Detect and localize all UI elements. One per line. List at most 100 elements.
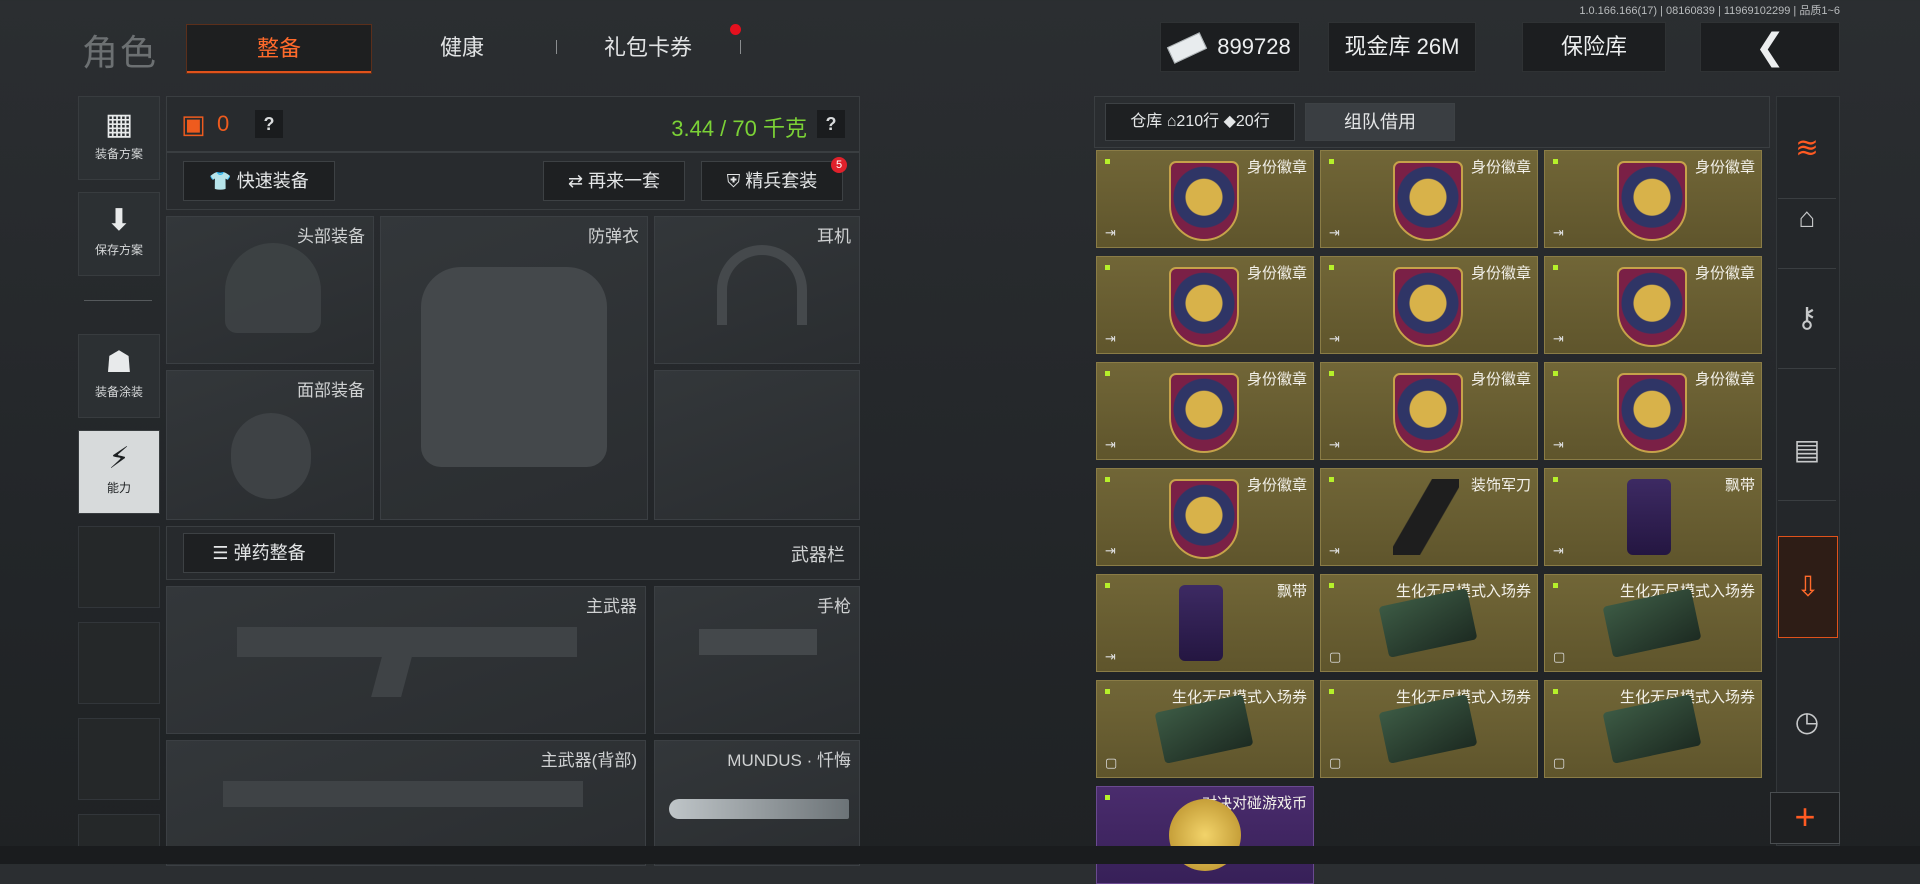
exit-icon: ⇥ xyxy=(1553,543,1564,558)
ticket-icon xyxy=(1602,694,1702,764)
item-name: 身份徽章 xyxy=(1470,265,1531,282)
box-icon: ▢ xyxy=(1105,755,1118,770)
refresh-icon: ⇄ xyxy=(567,171,584,191)
warehouse-item[interactable]: 身份徽章 ⇥ xyxy=(1544,362,1762,460)
shirt-icon: 👕 xyxy=(209,171,232,191)
tab-health[interactable]: 健康 xyxy=(400,24,524,72)
badge-icon xyxy=(1169,267,1239,347)
loadout-header: ▣ 0 ? 3.44 / 70 千克 ? xyxy=(166,96,860,152)
exit-icon: ⇥ xyxy=(1329,331,1340,346)
quality-marker xyxy=(1329,583,1334,588)
quality-marker xyxy=(1105,265,1110,270)
empty-slot[interactable] xyxy=(78,622,160,704)
tab-loadout[interactable]: 整备 xyxy=(186,24,372,74)
warehouse-item[interactable]: 生化无尽模式入场券▢ xyxy=(1096,680,1314,778)
item-name: 身份徽章 xyxy=(1246,477,1307,494)
tab-divider xyxy=(556,40,557,54)
warehouse-item[interactable]: 飘带 ⇥ xyxy=(1544,468,1762,566)
quality-marker xyxy=(1105,159,1110,164)
sidebar-skin[interactable]: ☗ 装备涂装 xyxy=(78,334,160,418)
quick-equip-button[interactable]: 👕 快速装备 xyxy=(183,161,335,201)
cash-vault-button[interactable]: 现金库 26M xyxy=(1328,22,1476,72)
home-icon[interactable]: ⌂ xyxy=(1778,168,1836,269)
warehouse-item[interactable]: 生化无尽模式入场券▢ xyxy=(1544,574,1762,672)
warehouse-item[interactable]: 生化无尽模式入场券▢ xyxy=(1544,680,1762,778)
exit-icon: ⇥ xyxy=(1105,437,1116,452)
empty-slot[interactable] xyxy=(78,718,160,800)
warehouse-item[interactable]: 身份徽章 ⇥ xyxy=(1096,468,1314,566)
sidebar-save-plan[interactable]: ⬇ 保存方案 xyxy=(78,192,160,276)
warehouse-item[interactable]: 生化无尽模式入场券▢ xyxy=(1320,574,1538,672)
mask-icon xyxy=(231,413,311,499)
badge-icon xyxy=(1393,373,1463,453)
cash-icon[interactable]: ▤ xyxy=(1778,400,1836,501)
warehouse-item[interactable]: 飘带 ⇥ xyxy=(1096,574,1314,672)
quality-marker xyxy=(1553,689,1558,694)
knife-icon xyxy=(1393,479,1459,555)
ticket-icon xyxy=(1154,694,1254,764)
item-name: 飘带 xyxy=(1276,583,1307,600)
item-name: 身份徽章 xyxy=(1694,265,1755,282)
import-icon[interactable]: ⇩ xyxy=(1778,536,1838,638)
quality-marker xyxy=(1553,265,1558,270)
headset-icon xyxy=(717,245,807,325)
scarf-icon xyxy=(1179,585,1223,661)
empty-slot[interactable] xyxy=(78,526,160,608)
insurance-vault-button[interactable]: 保险库 xyxy=(1522,22,1666,72)
warehouse-item[interactable]: 对决对碰游戏币 xyxy=(1096,786,1314,884)
slot-head[interactable]: 头部装备 xyxy=(166,216,374,364)
warehouse-item[interactable]: 身份徽章 ⇥ xyxy=(1544,150,1762,248)
slot-face[interactable]: 面部装备 xyxy=(166,370,374,520)
exit-icon: ⇥ xyxy=(1105,225,1116,240)
box-icon: ▢ xyxy=(1553,755,1566,770)
slot-primary[interactable]: 主武器 xyxy=(166,586,646,734)
armor-icon: ▣ xyxy=(181,109,206,139)
knife-icon xyxy=(669,799,849,819)
warehouse-item[interactable]: 身份徽章 ⇥ xyxy=(1320,362,1538,460)
team-borrow-tab[interactable]: 组队借用 xyxy=(1305,103,1455,141)
box-icon: ▢ xyxy=(1329,649,1342,664)
ammo-button[interactable]: ☰ 弹药整备 xyxy=(183,533,335,573)
soldier-icon: ☗ xyxy=(105,346,133,379)
warehouse-item[interactable]: 身份徽章 ⇥ xyxy=(1320,256,1538,354)
help-icon[interactable]: ? xyxy=(817,110,845,138)
key-icon[interactable]: ⚷ xyxy=(1778,268,1836,369)
magazine-icon xyxy=(371,653,413,697)
badge-icon xyxy=(1617,161,1687,241)
slot-pistol[interactable]: 手枪 xyxy=(654,586,860,734)
warehouse-tab[interactable]: 仓库 ⌂210行 ◆20行 xyxy=(1105,103,1295,141)
warehouse-item[interactable]: 身份徽章 ⇥ xyxy=(1544,256,1762,354)
sidebar-ability[interactable]: ⚡ 能力 xyxy=(78,430,160,514)
back-arrow-icon: ❮ xyxy=(1754,26,1786,67)
warehouse-item[interactable]: 身份徽章 ⇥ xyxy=(1096,150,1314,248)
loadout-toolbar: 👕 快速装备 ⇄ 再来一套 ⛨ 精兵套装 5 xyxy=(166,152,860,210)
sidebar-loadout-plans[interactable]: ▦ 装备方案 xyxy=(78,96,160,180)
back-button[interactable]: ❮ xyxy=(1700,22,1840,72)
quality-marker xyxy=(1553,371,1558,376)
warehouse-item[interactable]: 身份徽章 ⇥ xyxy=(1096,362,1314,460)
sidebar-divider xyxy=(84,300,152,301)
badge-icon xyxy=(1393,161,1463,241)
help-icon[interactable]: ? xyxy=(255,110,283,138)
slot-empty[interactable] xyxy=(654,370,860,520)
again-button[interactable]: ⇄ 再来一套 xyxy=(543,161,685,201)
warehouse-item[interactable]: 身份徽章 ⇥ xyxy=(1320,150,1538,248)
warehouse-item[interactable]: 生化无尽模式入场券▢ xyxy=(1320,680,1538,778)
elite-set-button[interactable]: ⛨ 精兵套装 xyxy=(701,161,843,201)
quality-marker xyxy=(1105,689,1110,694)
warehouse-item[interactable]: 身份徽章 ⇥ xyxy=(1096,256,1314,354)
badge-icon xyxy=(1169,373,1239,453)
slot-vest[interactable]: 防弹衣 xyxy=(380,216,648,520)
plus-button[interactable]: + xyxy=(1770,792,1840,844)
exit-icon: ⇥ xyxy=(1329,437,1340,452)
tab-gift-cards[interactable]: 礼包卡券 xyxy=(586,24,710,72)
slot-headset[interactable]: 耳机 xyxy=(654,216,860,364)
exit-icon: ⇥ xyxy=(1105,543,1116,558)
quality-marker xyxy=(1329,159,1334,164)
quality-marker xyxy=(1105,583,1110,588)
notification-dot xyxy=(730,24,741,35)
warehouse-item[interactable]: 装饰军刀 ⇥ xyxy=(1320,468,1538,566)
clock-icon[interactable]: ◷ xyxy=(1778,672,1836,772)
vest-icon xyxy=(421,267,607,467)
item-name: 装饰军刀 xyxy=(1470,477,1531,494)
